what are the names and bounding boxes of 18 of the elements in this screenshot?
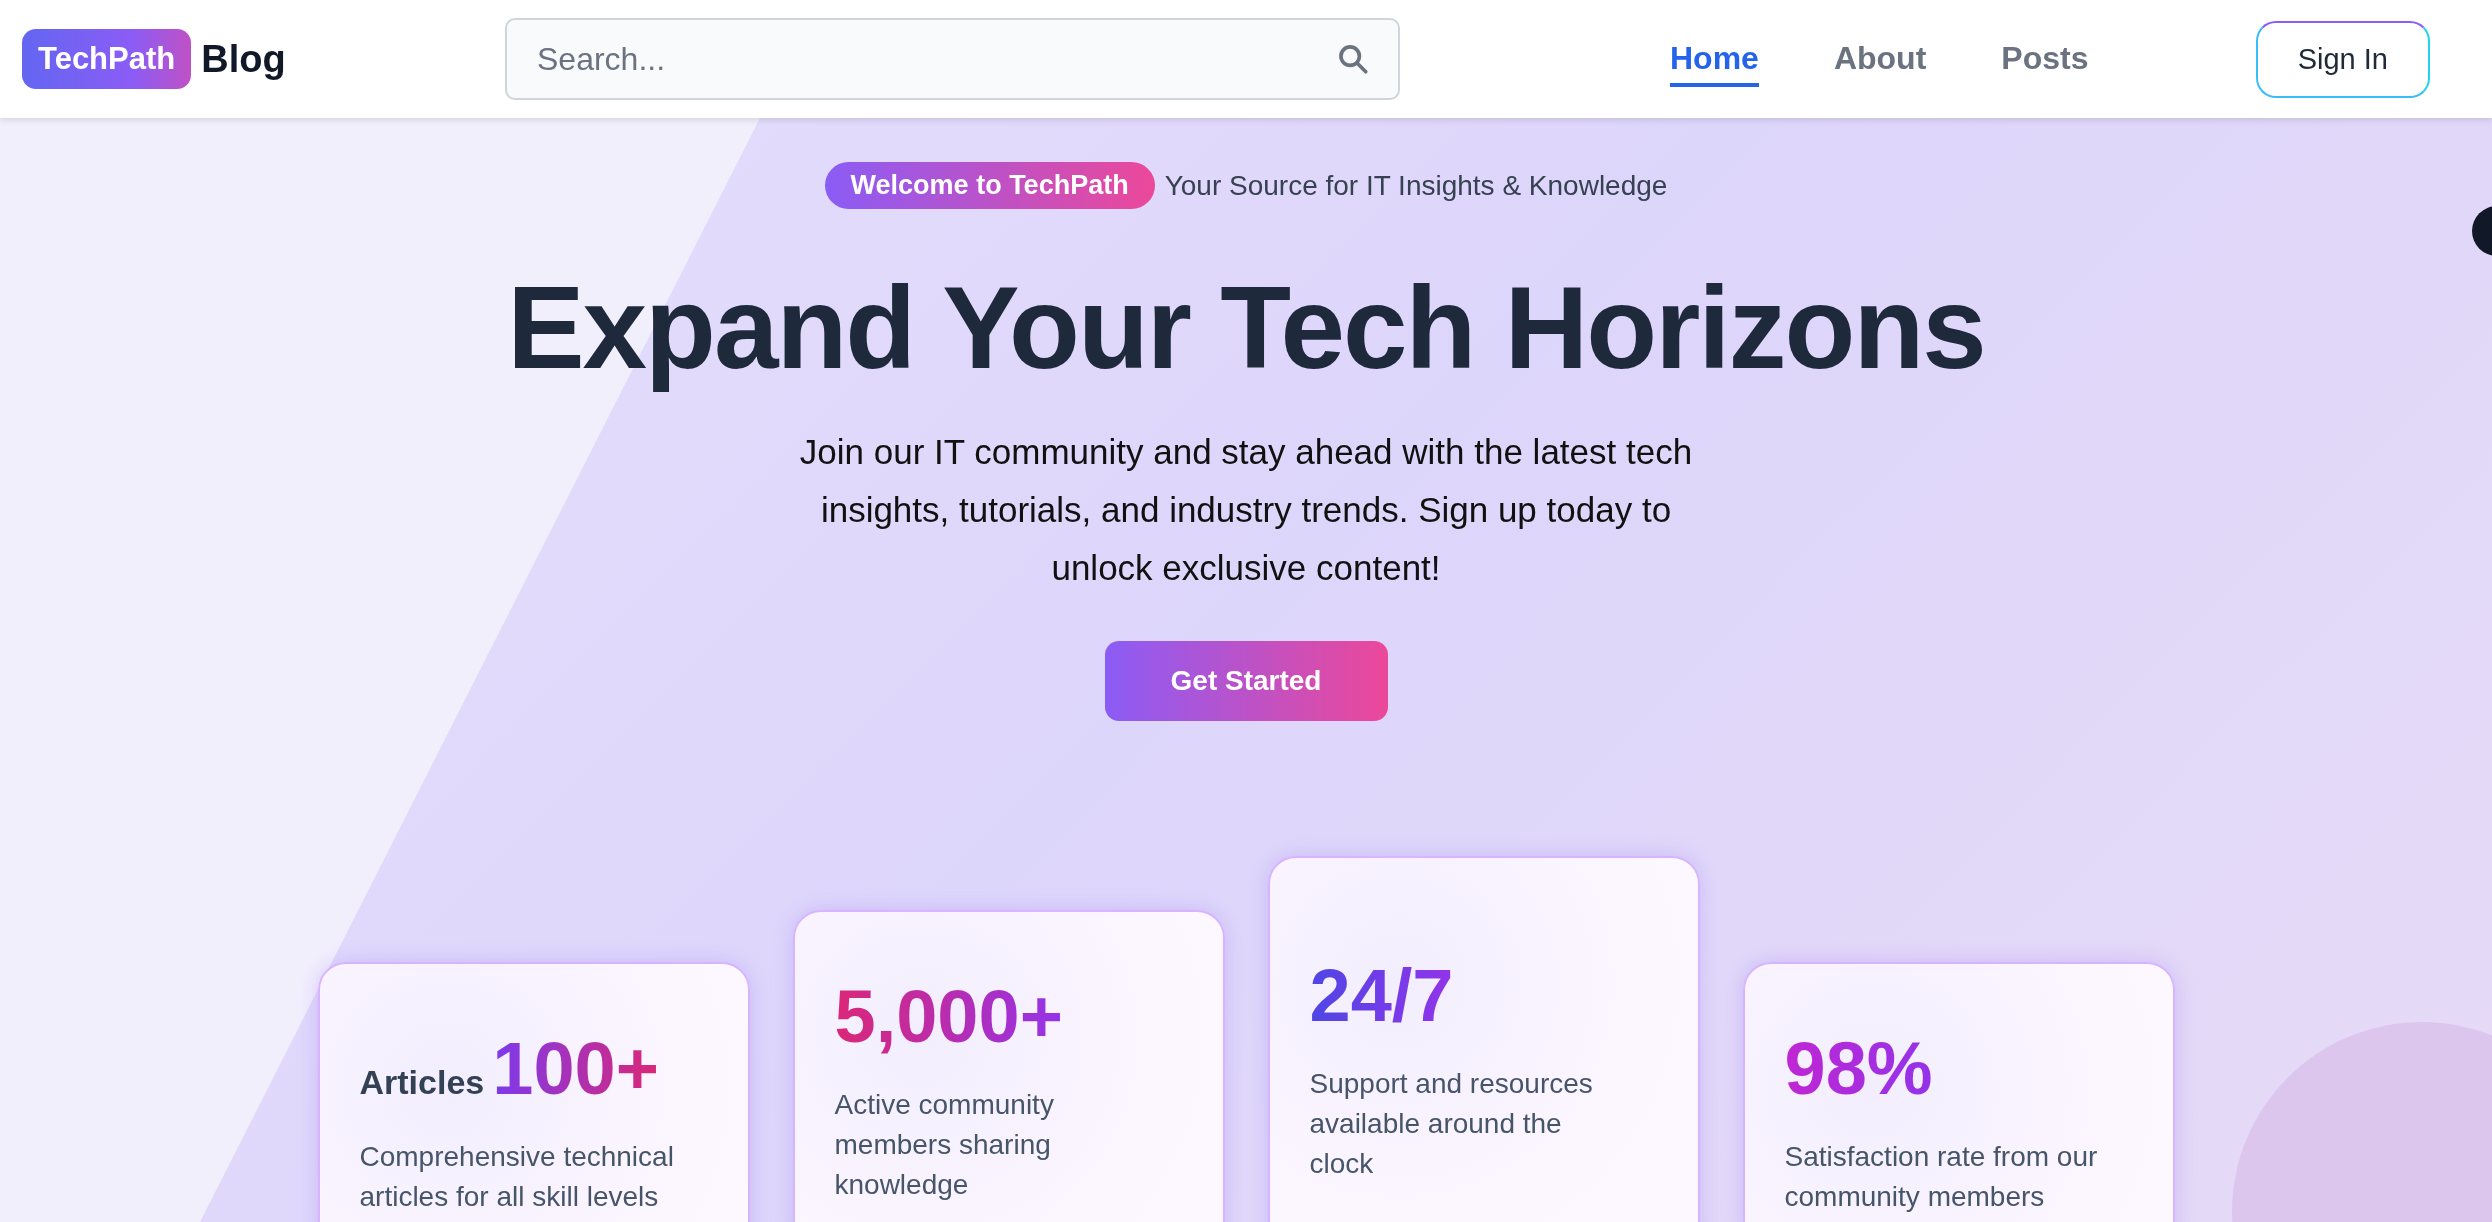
search-icon[interactable] bbox=[1336, 42, 1370, 76]
stat-description: Active community members sharing knowledge bbox=[834, 1088, 1055, 1202]
sign-in-button[interactable]: Sign In bbox=[2255, 20, 2430, 98]
logo-badge[interactable]: TechPath bbox=[22, 29, 192, 89]
stat-description: Comprehensive technical articles for all skill levels bbox=[359, 1140, 675, 1214]
stat-description: Support and resources available around the clock bbox=[1309, 1067, 1594, 1181]
nav-link[interactable]: About bbox=[1833, 39, 1927, 87]
stat-label: Articles bbox=[359, 1063, 485, 1102]
nav-link[interactable]: Home bbox=[1670, 39, 1759, 87]
hero-title: Expand Your Tech Horizons bbox=[507, 262, 1985, 395]
hero-description: Join our IT community and stay ahead with the latest tech insights, tutorials, and industry trends. Sign up today to unlock exclusive content! bbox=[798, 431, 1694, 589]
stat-description: Satisfaction rate from our community members bbox=[1784, 1140, 2099, 1214]
welcome-badge: Welcome to TechPath bbox=[824, 162, 1155, 209]
nav-link[interactable]: Posts bbox=[2001, 39, 2089, 87]
get-started-button[interactable]: Get Started bbox=[1104, 641, 1388, 721]
logo-text: Blog bbox=[201, 37, 286, 81]
search-field[interactable]: Search... bbox=[505, 18, 1400, 100]
tagline: Your Source for IT Insights & Knowledge bbox=[1164, 169, 1668, 202]
